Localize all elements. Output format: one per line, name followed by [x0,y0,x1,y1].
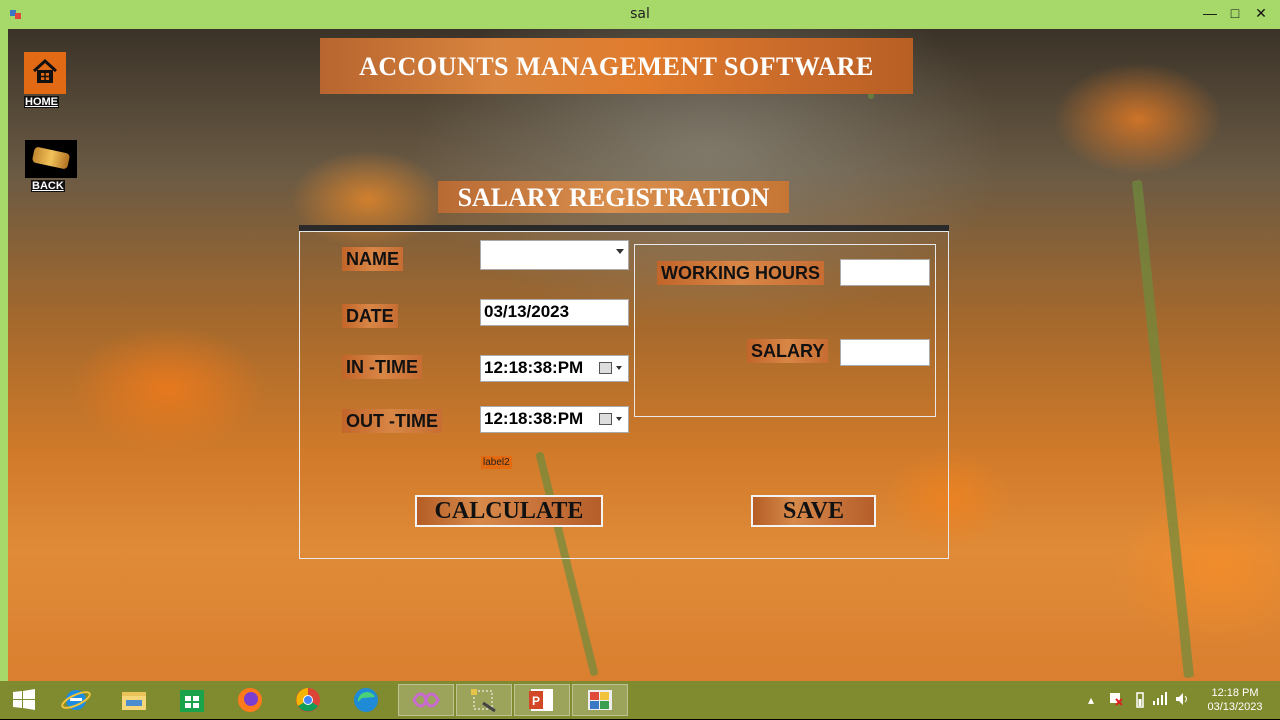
volume-icon[interactable] [1174,691,1190,707]
flag-icon[interactable] [1108,691,1124,707]
window-titlebar: sal — □ ✕ [0,0,1280,29]
edge-icon[interactable] [346,684,386,716]
chevron-down-icon[interactable] [616,366,622,370]
svg-text:P: P [532,694,540,708]
home-icon[interactable] [24,52,66,94]
calendar-icon[interactable] [599,413,612,425]
name-label: NAME [342,247,403,271]
app-title: ACCOUNTS MANAGEMENT SOFTWARE [359,52,874,81]
home-link[interactable]: HOME [24,96,59,108]
in-time-picker[interactable]: 12:18:38:PM [480,355,629,382]
store-icon[interactable] [172,684,212,716]
network-icon[interactable] [1152,691,1168,707]
internet-explorer-icon[interactable] [56,684,96,716]
out-time-picker[interactable]: 12:18:38:PM [480,406,629,433]
taskbar-powerpoint[interactable]: P [514,684,570,716]
money-icon[interactable] [25,140,77,178]
taskbar-clock[interactable]: 12:18 PM 03/13/2023 [1198,686,1272,714]
name-select[interactable] [480,240,629,270]
out-time-value: 12:18:38:PM [484,409,584,428]
in-time-value: 12:18:38:PM [484,358,584,377]
working-hours-label: WORKING HOURS [657,261,824,285]
chevron-down-icon[interactable] [616,417,622,421]
infinity-app-icon [412,692,440,708]
windows-form-icon [588,690,612,710]
taskbar-app-3[interactable] [572,684,628,716]
powerpoint-icon: P [529,689,553,711]
window-title: sal [630,6,650,22]
status-label: label2 [481,456,512,469]
date-field[interactable]: 03/13/2023 [480,299,629,326]
back-link[interactable]: BACK [31,180,65,192]
clock-date: 03/13/2023 [1207,701,1263,713]
date-label: DATE [342,304,398,328]
taskbar-app-1[interactable] [398,684,454,716]
taskbar: P ▴ 12:18 PM 03/13/2023 [0,681,1280,719]
working-hours-field[interactable] [840,259,930,286]
firefox-icon[interactable] [230,684,270,716]
tool-app-icon [471,689,496,713]
out-time-label: OUT -TIME [342,409,442,433]
calculate-button[interactable]: CALCULATE [415,495,603,527]
calendar-icon[interactable] [599,362,612,374]
in-time-label: IN -TIME [342,355,422,379]
salary-label: SALARY [747,339,829,363]
clock-time: 12:18 PM [1211,687,1259,699]
flower-stem [1131,179,1195,679]
page-title: SALARY REGISTRATION [457,183,770,212]
coin-icon [31,146,71,170]
date-field-value: 03/13/2023 [484,302,570,321]
chevron-down-icon[interactable] [616,249,624,254]
chrome-icon[interactable] [288,684,328,716]
windows-start-icon[interactable] [4,684,44,716]
window-border [0,29,8,681]
maximize-button[interactable]: □ [1222,2,1248,24]
minimize-button[interactable]: — [1197,2,1223,24]
chevron-up-icon[interactable]: ▴ [1088,693,1094,707]
salary-field[interactable] [840,339,930,366]
battery-icon[interactable] [1134,691,1146,709]
taskbar-app-2[interactable] [456,684,512,716]
save-button[interactable]: SAVE [751,495,876,527]
form-background: HOME BACK ACCOUNTS MANAGEMENT SOFTWARE S… [8,29,1280,681]
page-title-banner: SALARY REGISTRATION [438,181,789,213]
close-button[interactable]: ✕ [1248,2,1274,24]
app-title-banner: ACCOUNTS MANAGEMENT SOFTWARE [320,38,913,94]
file-explorer-icon[interactable] [114,684,154,716]
